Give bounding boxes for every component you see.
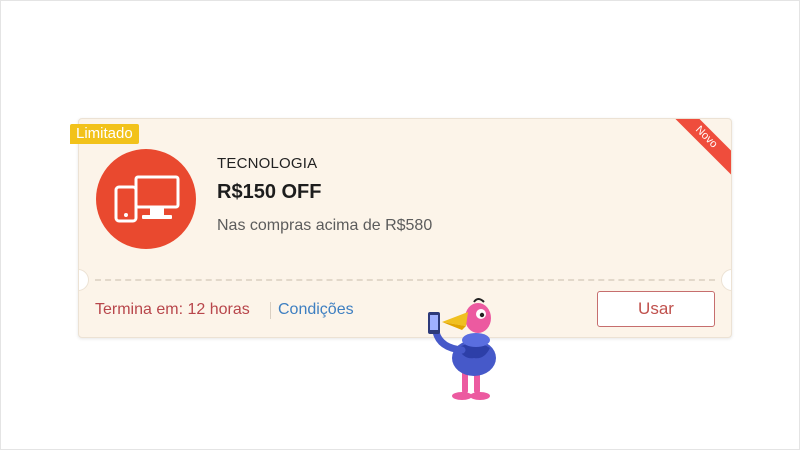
coupon-expiry: Termina em: 12 horas — [95, 301, 250, 318]
coupon-min-purchase: Nas compras acima de R$580 — [217, 217, 433, 234]
new-ribbon: Novo — [661, 119, 731, 183]
coupon-category: TECNOLOGIA — [217, 155, 318, 172]
coupon-notch-left — [79, 269, 89, 291]
category-icon-circle — [96, 149, 196, 249]
limited-badge: Limitado — [70, 124, 139, 144]
conditions-link[interactable]: Condições — [278, 301, 354, 319]
coupon-card: Novo TECNOLOGIA R$150 OFF Nas compras ac… — [78, 118, 732, 338]
coupon-discount: R$150 OFF — [217, 181, 322, 203]
footer-separator — [270, 302, 271, 319]
bird-mascot-icon — [428, 298, 496, 400]
coupon-notch-right — [721, 269, 731, 291]
coupon-divider — [95, 279, 715, 281]
devices-icon — [114, 175, 180, 223]
use-coupon-button[interactable]: Usar — [597, 291, 715, 327]
